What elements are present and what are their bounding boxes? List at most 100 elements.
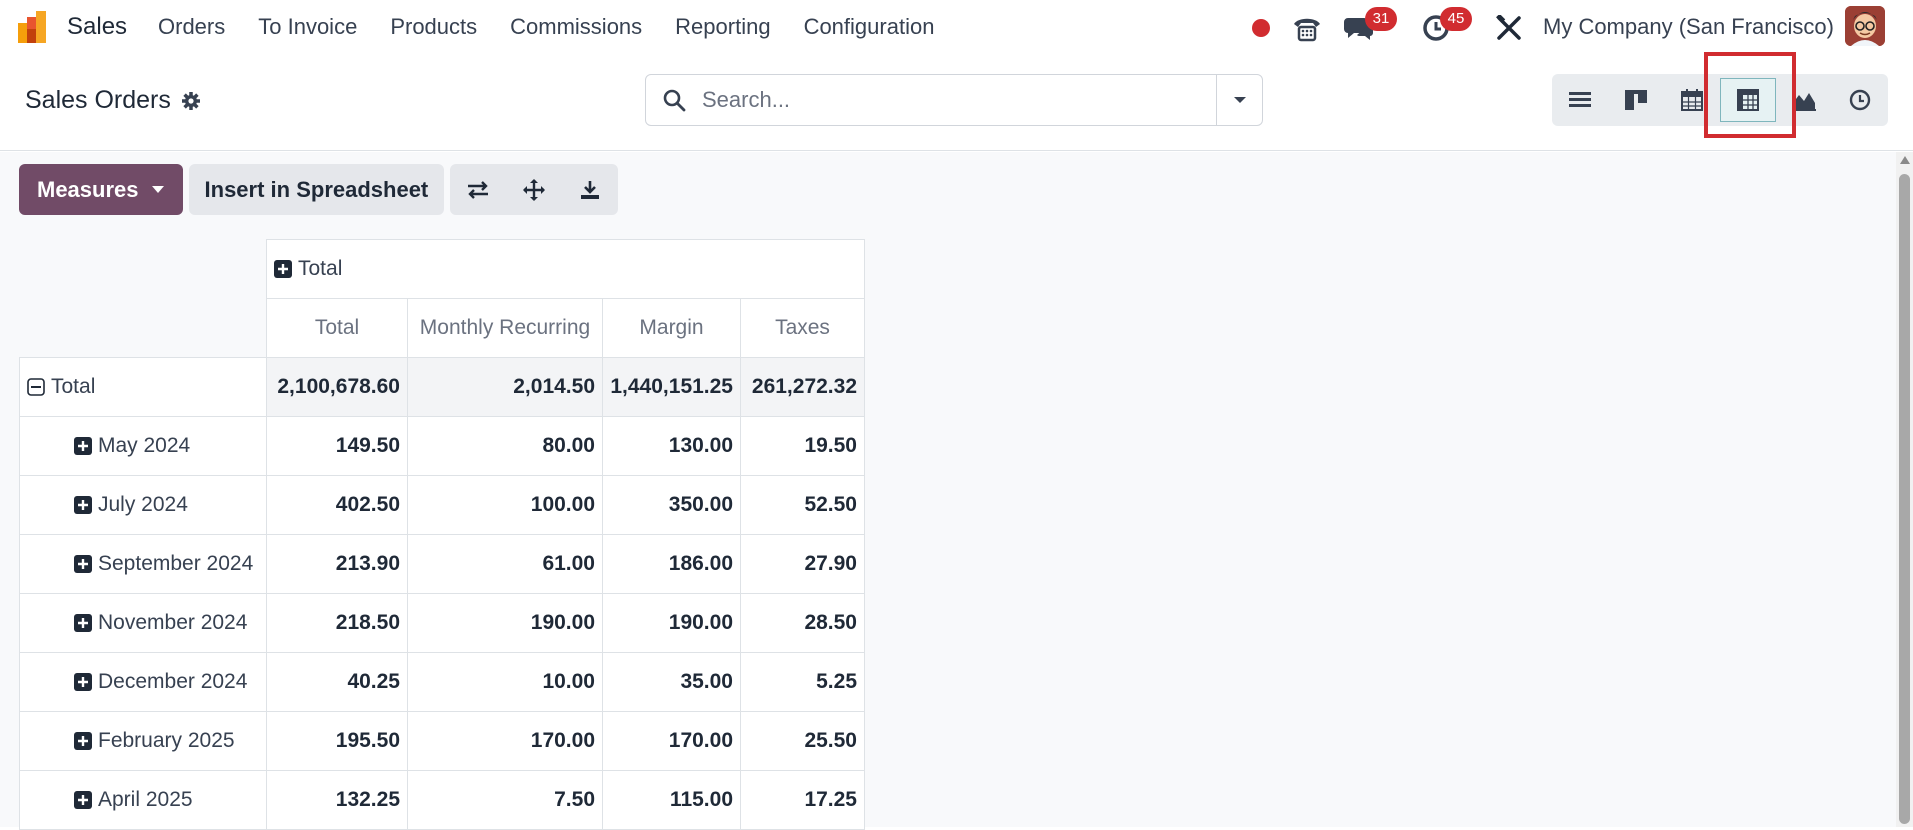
pivot-cell[interactable]: 5.25	[740, 652, 865, 712]
company-switcher[interactable]: My Company (San Francisco)	[1543, 14, 1834, 40]
plus-square-icon	[74, 614, 92, 632]
scroll-up-arrow-icon[interactable]	[1900, 156, 1910, 164]
pivot-cell[interactable]: 115.00	[602, 770, 741, 830]
kanban-view-icon	[1625, 90, 1647, 110]
pivot-cell[interactable]: 130.00	[602, 416, 741, 476]
pivot-measure-header[interactable]: Margin	[602, 298, 741, 358]
pivot-row-header[interactable]: May 2024	[19, 416, 267, 476]
pivot-row: May 2024 149.50 80.00 130.00 19.50	[19, 416, 865, 476]
plus-square-icon	[274, 260, 292, 278]
phone-icon[interactable]	[1290, 0, 1324, 56]
flip-axis-button[interactable]	[450, 164, 506, 215]
activity-view-icon	[1849, 89, 1871, 111]
pivot-row-label: July 2024	[98, 493, 188, 516]
caret-down-icon	[1233, 97, 1246, 103]
pivot-cell[interactable]: 40.25	[266, 652, 408, 712]
search-bar	[645, 74, 1263, 126]
plus-square-icon	[74, 673, 92, 691]
tools-icon[interactable]	[1494, 0, 1524, 56]
pivot-cell[interactable]: 170.00	[602, 711, 741, 771]
avatar[interactable]	[1845, 6, 1885, 46]
pivot-measure-header[interactable]: Total	[266, 298, 408, 358]
menu-reporting[interactable]: Reporting	[675, 14, 770, 40]
pivot-cell[interactable]: 350.00	[602, 475, 741, 535]
pivot-cell[interactable]: 186.00	[602, 534, 741, 594]
pivot-cell[interactable]: 261,272.32	[740, 357, 865, 417]
pivot-measure-header[interactable]: Monthly Recurring	[407, 298, 603, 358]
menu-orders[interactable]: Orders	[158, 14, 225, 40]
app-name[interactable]: Sales	[67, 13, 127, 41]
expand-all-button[interactable]	[506, 164, 562, 215]
plus-square-icon	[74, 732, 92, 750]
pivot-cell[interactable]: 190.00	[602, 593, 741, 653]
pivot-row-header[interactable]: July 2024	[19, 475, 267, 535]
sales-app-logo-icon[interactable]	[16, 9, 52, 45]
vertical-scrollbar[interactable]	[1896, 152, 1913, 827]
menu-commissions[interactable]: Commissions	[510, 14, 642, 40]
pivot-cell[interactable]: 218.50	[266, 593, 408, 653]
pivot-cell[interactable]: 1,440,151.25	[602, 357, 741, 417]
pivot-cell[interactable]: 100.00	[407, 475, 603, 535]
pivot-cell[interactable]: 149.50	[266, 416, 408, 476]
menu-products[interactable]: Products	[390, 14, 477, 40]
pivot-cell[interactable]: 25.50	[740, 711, 865, 771]
insert-in-spreadsheet-button[interactable]: Insert in Spreadsheet	[188, 164, 445, 215]
pivot-cell[interactable]: 28.50	[740, 593, 865, 653]
pivot-cell[interactable]: 17.25	[740, 770, 865, 830]
pivot-row-header[interactable]: Total	[19, 357, 267, 417]
pivot-row-header[interactable]: April 2025	[19, 770, 267, 830]
menu-configuration[interactable]: Configuration	[804, 14, 935, 40]
pivot-cell[interactable]: 7.50	[407, 770, 603, 830]
pivot-column-group-header[interactable]: Total	[266, 239, 865, 299]
pivot-cell[interactable]: 2,100,678.60	[266, 357, 408, 417]
pivot-cell[interactable]: 402.50	[266, 475, 408, 535]
pivot-column-group-label: Total	[298, 257, 343, 280]
gear-icon[interactable]	[181, 91, 201, 111]
search-input[interactable]	[702, 76, 1216, 124]
caret-down-icon	[151, 186, 164, 193]
kanban-view-button[interactable]	[1608, 74, 1664, 126]
measures-button[interactable]: Measures	[19, 164, 183, 215]
record-dot-icon[interactable]	[1250, 0, 1272, 56]
pivot-cell[interactable]: 213.90	[266, 534, 408, 594]
search-icon	[646, 88, 702, 112]
pivot-cell[interactable]: 190.00	[407, 593, 603, 653]
pivot-corner	[20, 240, 267, 299]
pivot-corner	[20, 299, 267, 358]
pivot-cell[interactable]: 195.50	[266, 711, 408, 771]
pivot-cell[interactable]: 10.00	[407, 652, 603, 712]
pivot-row-header[interactable]: December 2024	[19, 652, 267, 712]
minus-square-icon	[27, 378, 45, 396]
pivot-row-label: December 2024	[98, 670, 248, 693]
pivot-cell[interactable]: 170.00	[407, 711, 603, 771]
pivot-cell[interactable]: 132.25	[266, 770, 408, 830]
pivot-cell[interactable]: 27.90	[740, 534, 865, 594]
plus-square-icon	[74, 437, 92, 455]
pivot-row-header[interactable]: February 2025	[19, 711, 267, 771]
list-view-button[interactable]	[1552, 74, 1608, 126]
pivot-toolbar: Measures Insert in Spreadsheet	[19, 164, 619, 215]
pivot-row-label: April 2025	[98, 788, 193, 811]
pivot-row-label: May 2024	[98, 434, 191, 457]
pivot-view-highlight	[1704, 52, 1796, 138]
pivot-cell[interactable]: 80.00	[407, 416, 603, 476]
pivot-cell[interactable]: 19.50	[740, 416, 865, 476]
pivot-row-header[interactable]: November 2024	[19, 593, 267, 653]
pivot-measure-header[interactable]: Taxes	[740, 298, 865, 358]
download-button[interactable]	[562, 164, 618, 215]
search-options-toggle[interactable]	[1216, 75, 1262, 125]
pivot-row-label: November 2024	[98, 611, 248, 634]
flip-axis-icon	[468, 180, 489, 199]
activities-badge: 45	[1440, 7, 1472, 31]
main-menu: Orders To Invoice Products Commissions R…	[158, 14, 967, 40]
pivot-cell[interactable]: 52.50	[740, 475, 865, 535]
pivot-cell[interactable]: 35.00	[602, 652, 741, 712]
pivot-row: April 2025 132.25 7.50 115.00 17.25	[19, 770, 865, 830]
pivot-cell[interactable]: 61.00	[407, 534, 603, 594]
pivot-row-header[interactable]: September 2024	[19, 534, 267, 594]
measures-label: Measures	[37, 176, 139, 202]
menu-to-invoice[interactable]: To Invoice	[258, 14, 357, 40]
scroll-thumb[interactable]	[1899, 174, 1910, 824]
activity-view-button[interactable]	[1832, 74, 1888, 126]
pivot-cell[interactable]: 2,014.50	[407, 357, 603, 417]
